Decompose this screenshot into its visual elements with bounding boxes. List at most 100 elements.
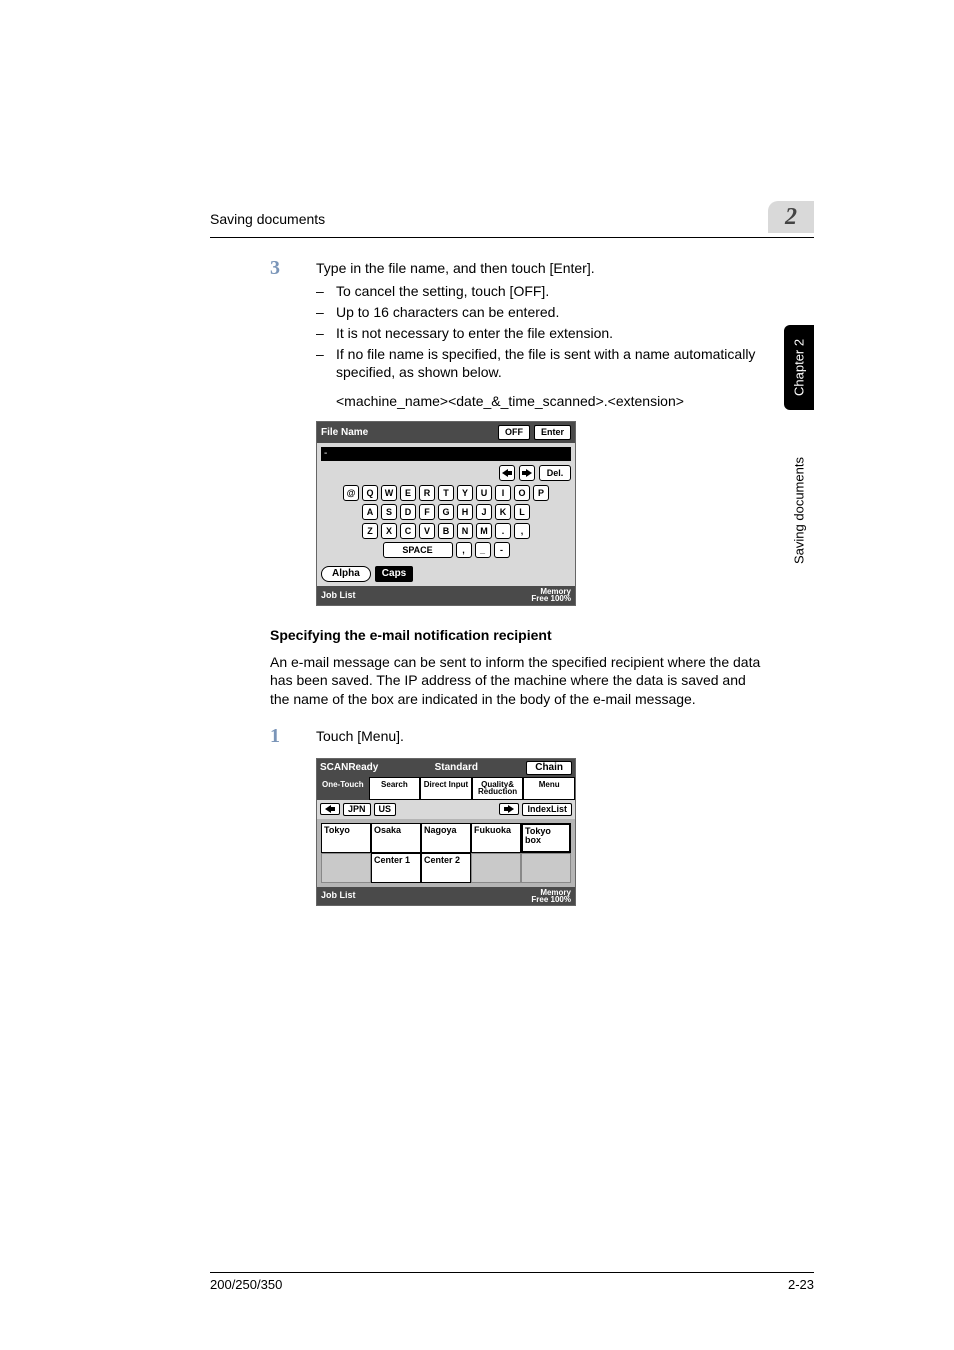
key[interactable]: . bbox=[495, 523, 511, 539]
delete-button[interactable]: Del. bbox=[539, 465, 571, 481]
dest-cell-empty[interactable] bbox=[521, 853, 571, 883]
note-item: Up to 16 characters can be entered. bbox=[316, 303, 764, 322]
key[interactable]: Q bbox=[362, 485, 378, 501]
step-number: 1 bbox=[270, 723, 288, 750]
key[interactable]: Z bbox=[362, 523, 378, 539]
key[interactable]: I bbox=[495, 485, 511, 501]
page-header: Saving documents 2 bbox=[210, 205, 814, 238]
footer-model: 200/250/350 bbox=[210, 1277, 282, 1292]
key[interactable]: N bbox=[457, 523, 473, 539]
key[interactable]: _ bbox=[475, 542, 491, 558]
key[interactable]: B bbox=[438, 523, 454, 539]
key[interactable]: C bbox=[400, 523, 416, 539]
arrow-left-icon bbox=[502, 469, 512, 477]
chain-button[interactable]: Chain bbox=[526, 761, 572, 775]
tab-one-touch[interactable]: One-Touch bbox=[317, 777, 369, 799]
key[interactable]: @ bbox=[343, 485, 359, 501]
key[interactable]: X bbox=[381, 523, 397, 539]
dest-cell[interactable]: Center 2 bbox=[421, 853, 471, 883]
key[interactable]: R bbox=[419, 485, 435, 501]
memory-indicator: Memory Free 100% bbox=[531, 588, 571, 602]
key[interactable]: V bbox=[419, 523, 435, 539]
section-heading: Specifying the e-mail notification recip… bbox=[270, 626, 764, 645]
arrow-right-icon bbox=[504, 805, 514, 813]
cursor: - bbox=[324, 449, 327, 459]
key[interactable]: , bbox=[514, 523, 530, 539]
job-list-button[interactable]: Job List bbox=[321, 891, 356, 900]
key[interactable]: K bbox=[495, 504, 511, 520]
step-3: 3 Type in the file name, and then touch … bbox=[270, 255, 764, 413]
alpha-button[interactable]: Alpha bbox=[321, 566, 371, 582]
panel-title: File Name bbox=[321, 428, 494, 438]
nav-us[interactable]: US bbox=[374, 803, 397, 816]
scan-ready-panel: SCANReady Standard Chain One-Touch Searc… bbox=[316, 758, 576, 906]
dest-cell[interactable]: Osaka bbox=[371, 823, 421, 853]
key[interactable]: T bbox=[438, 485, 454, 501]
tab-search[interactable]: Search bbox=[369, 777, 421, 799]
key[interactable]: F bbox=[419, 504, 435, 520]
key[interactable]: O bbox=[514, 485, 530, 501]
dest-cell-selected[interactable]: Tokyo box bbox=[521, 823, 571, 853]
footer-page-number: 2-23 bbox=[788, 1277, 814, 1292]
key[interactable]: G bbox=[438, 504, 454, 520]
arrow-left-button[interactable] bbox=[499, 465, 515, 481]
key[interactable]: - bbox=[494, 542, 510, 558]
chapter-number-badge: 2 bbox=[768, 201, 814, 233]
key[interactable]: A bbox=[362, 504, 378, 520]
standard-label: Standard bbox=[390, 763, 522, 773]
filename-panel: File Name OFF Enter - Del. bbox=[316, 421, 576, 605]
filename-input[interactable]: - bbox=[321, 447, 571, 461]
nav-next-button[interactable] bbox=[499, 803, 519, 815]
scan-ready-label: SCANReady bbox=[320, 763, 386, 773]
step-3-notes: To cancel the setting, touch [OFF]. Up t… bbox=[316, 282, 764, 382]
key[interactable]: Y bbox=[457, 485, 473, 501]
caps-button[interactable]: Caps bbox=[375, 566, 413, 582]
key[interactable]: P bbox=[533, 485, 549, 501]
key[interactable]: U bbox=[476, 485, 492, 501]
key[interactable]: , bbox=[456, 542, 472, 558]
step-1-text: Touch [Menu]. bbox=[316, 723, 764, 750]
key[interactable]: W bbox=[381, 485, 397, 501]
page-footer: 200/250/350 2-23 bbox=[210, 1272, 814, 1292]
step-3-text: Type in the file name, and then touch [E… bbox=[316, 259, 764, 278]
side-tab-chapter: Chapter 2 bbox=[784, 325, 814, 410]
key[interactable]: D bbox=[400, 504, 416, 520]
note-item: It is not necessary to enter the file ex… bbox=[316, 324, 764, 343]
header-title: Saving documents bbox=[210, 211, 325, 227]
step-1: 1 Touch [Menu]. bbox=[270, 723, 764, 750]
dest-cell[interactable]: Fukuoka bbox=[471, 823, 521, 853]
filename-format: <machine_name><date_&_time_scanned>.<ext… bbox=[316, 392, 764, 411]
tab-direct-input[interactable]: Direct Input bbox=[420, 777, 472, 799]
nav-jpn[interactable]: JPN bbox=[343, 803, 371, 816]
key[interactable]: E bbox=[400, 485, 416, 501]
tab-menu[interactable]: Menu bbox=[523, 777, 575, 799]
arrow-left-icon bbox=[325, 805, 335, 813]
key[interactable]: H bbox=[457, 504, 473, 520]
key[interactable]: J bbox=[476, 504, 492, 520]
dest-cell[interactable]: Nagoya bbox=[421, 823, 471, 853]
off-button[interactable]: OFF bbox=[498, 425, 530, 440]
key[interactable]: M bbox=[476, 523, 492, 539]
dest-cell[interactable]: Center 1 bbox=[371, 853, 421, 883]
destination-grid: Tokyo Osaka Nagoya Fukuoka Tokyo box Cen… bbox=[317, 819, 575, 887]
job-list-button[interactable]: Job List bbox=[321, 591, 356, 600]
memory-indicator: Memory Free 100% bbox=[531, 889, 571, 903]
side-tab-section: Saving documents bbox=[784, 436, 814, 586]
note-item: If no file name is specified, the file i… bbox=[316, 345, 764, 383]
dest-cell-empty[interactable] bbox=[321, 853, 371, 883]
key[interactable]: L bbox=[514, 504, 530, 520]
dest-cell[interactable]: Tokyo bbox=[321, 823, 371, 853]
nav-prev-button[interactable] bbox=[320, 803, 340, 815]
dest-cell-empty[interactable] bbox=[471, 853, 521, 883]
step-number: 3 bbox=[270, 255, 288, 413]
space-key[interactable]: SPACE bbox=[383, 542, 453, 558]
enter-button[interactable]: Enter bbox=[534, 425, 571, 440]
tab-quality-reduction[interactable]: Quality& Reduction bbox=[472, 777, 524, 799]
tab-bar: One-Touch Search Direct Input Quality& R… bbox=[317, 777, 575, 799]
note-item: To cancel the setting, touch [OFF]. bbox=[316, 282, 764, 301]
arrow-right-icon bbox=[522, 469, 532, 477]
section-paragraph: An e-mail message can be sent to inform … bbox=[270, 653, 764, 710]
index-list-button[interactable]: IndexList bbox=[522, 803, 572, 816]
key[interactable]: S bbox=[381, 504, 397, 520]
arrow-right-button[interactable] bbox=[519, 465, 535, 481]
